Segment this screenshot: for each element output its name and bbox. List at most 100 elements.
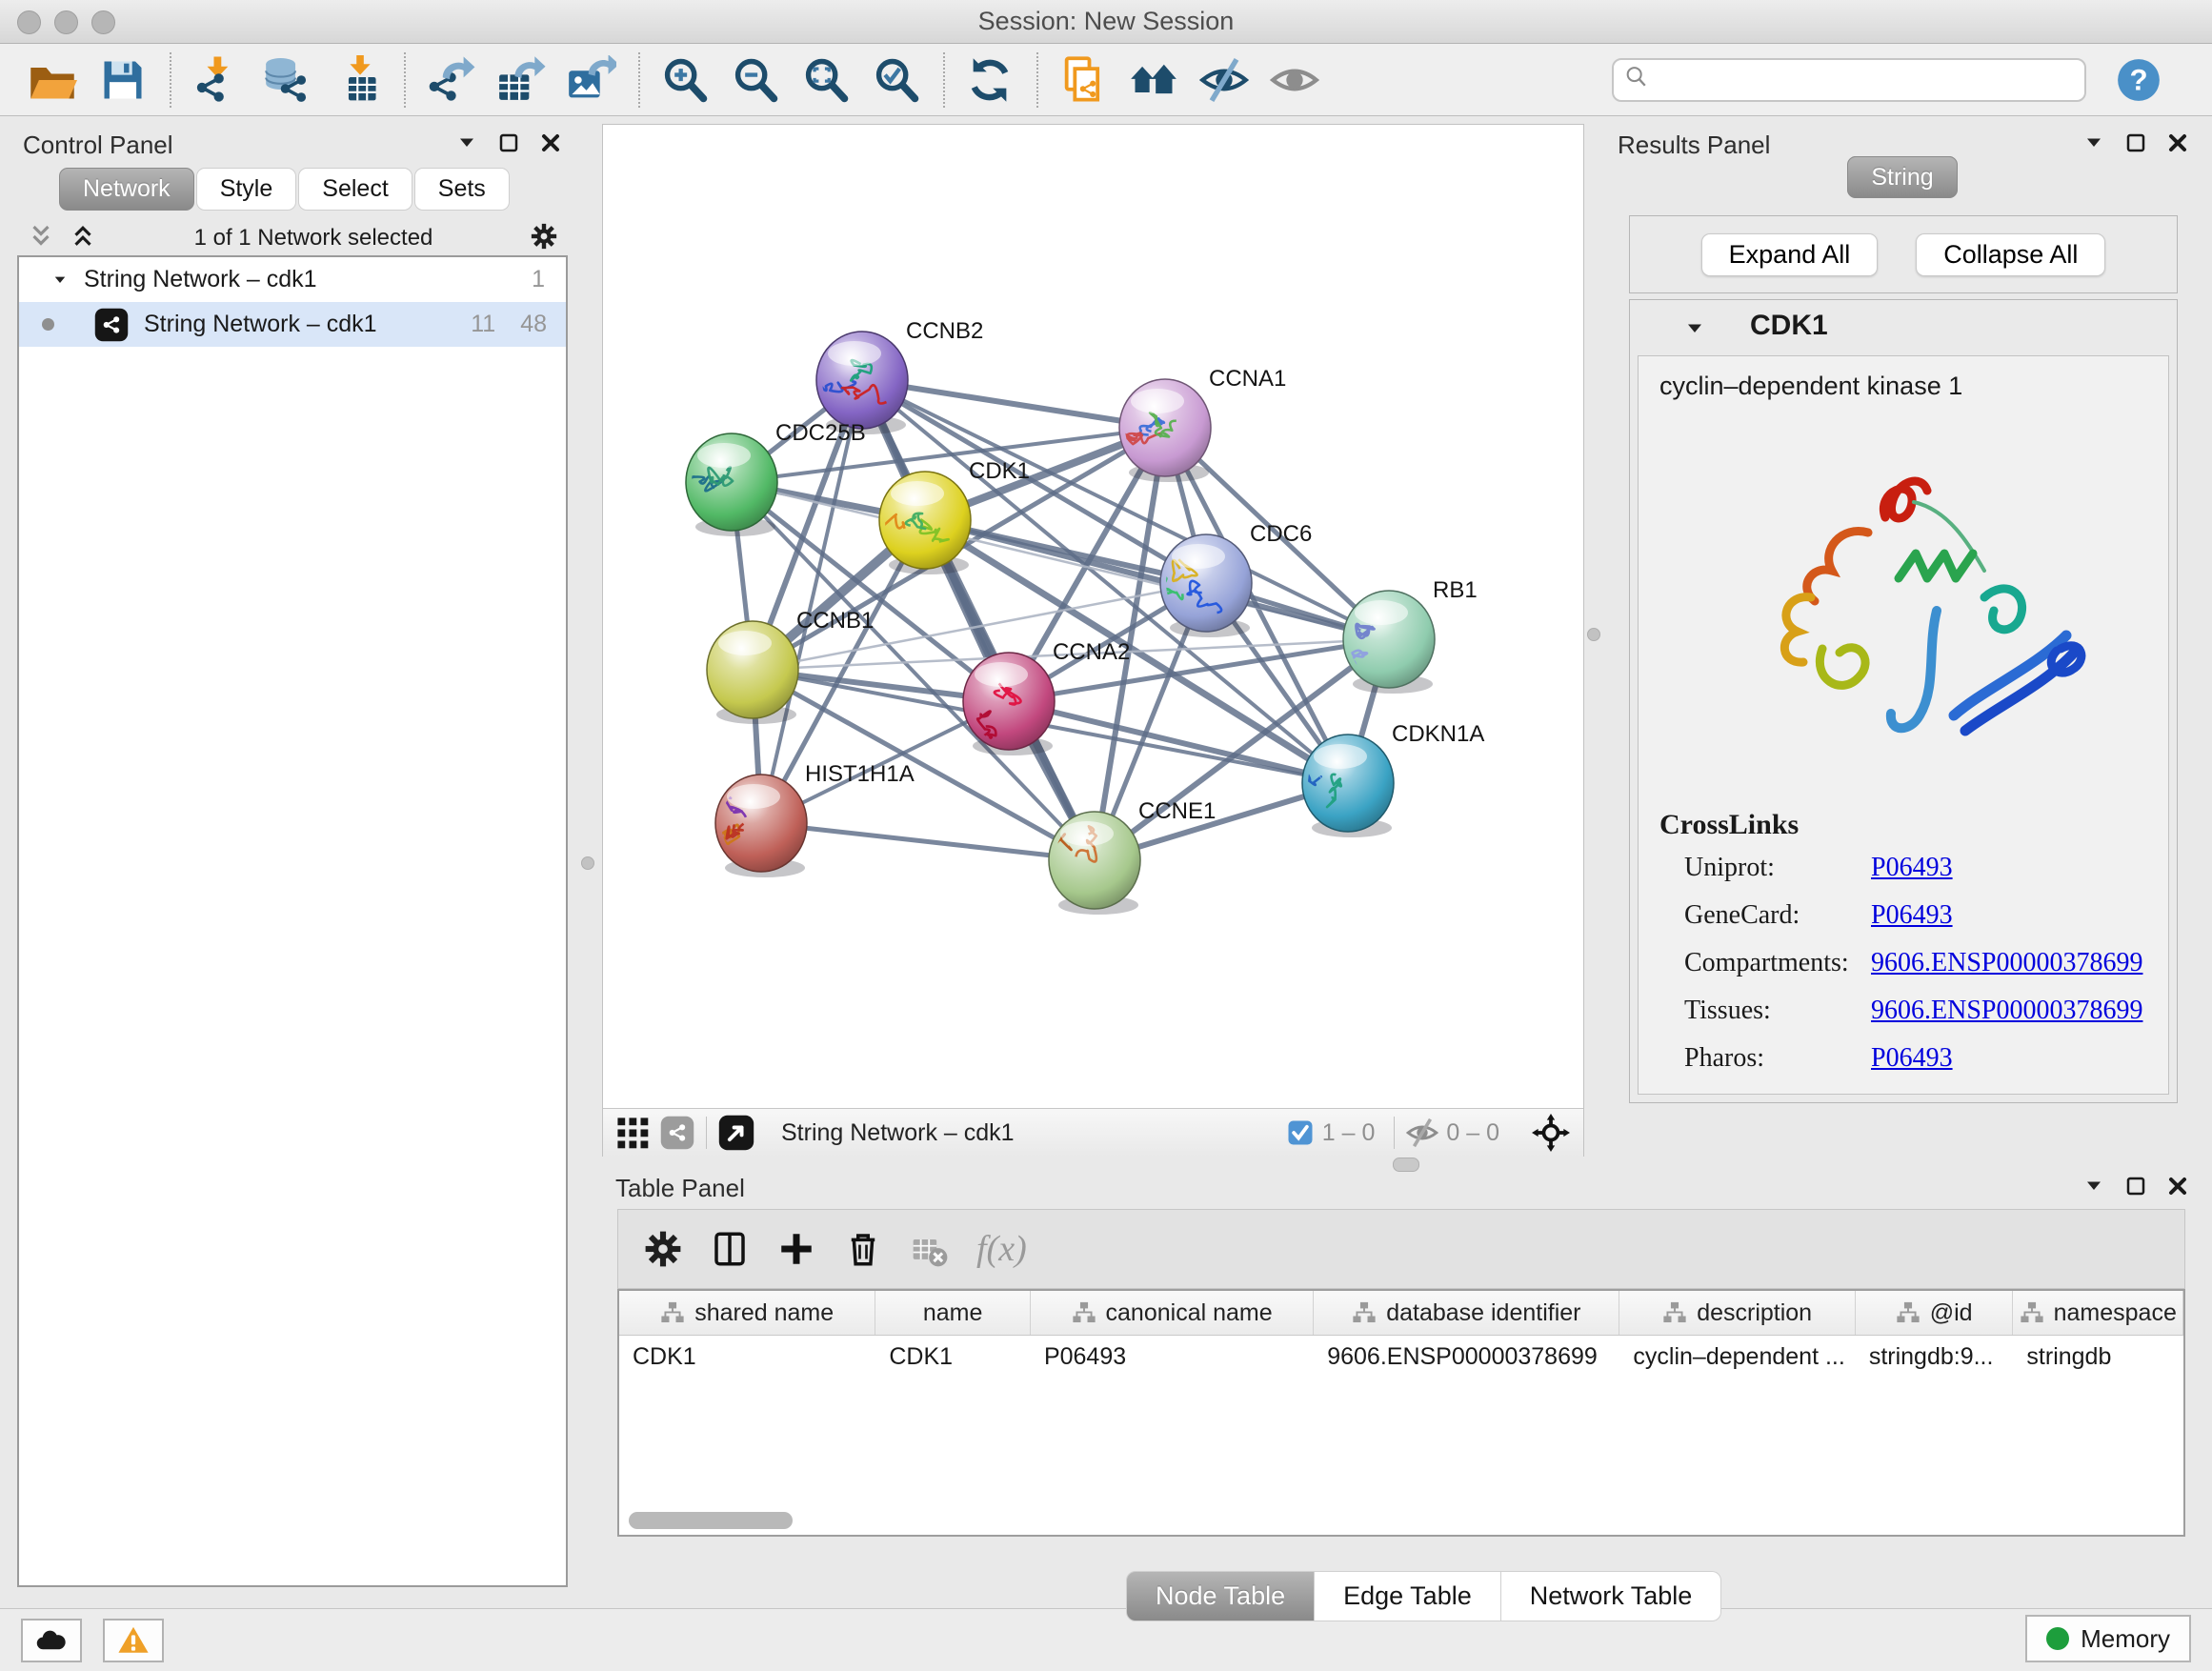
network-share-icon[interactable] xyxy=(660,1116,694,1150)
crosslink-link[interactable]: P06493 xyxy=(1871,1043,1953,1074)
network-options-gear-icon[interactable] xyxy=(530,222,558,255)
left-splitter-grip[interactable] xyxy=(581,856,594,870)
network-row-selected[interactable]: String Network – cdk1 11 48 xyxy=(19,302,566,347)
column-header-description[interactable]: description xyxy=(1619,1291,1855,1335)
column-header-name[interactable]: name xyxy=(875,1291,1031,1335)
column-header-canonical-name[interactable]: canonical name xyxy=(1031,1291,1314,1335)
network-status-dot xyxy=(42,318,54,331)
node-CDK1[interactable]: CDK1 xyxy=(866,458,1030,574)
help-button[interactable]: ? xyxy=(2115,56,2162,104)
tab-sets[interactable]: Sets xyxy=(414,168,510,211)
hidden-eye-slash-icon[interactable] xyxy=(1406,1117,1438,1149)
collapse-entry-caret-icon[interactable] xyxy=(1683,317,1706,340)
collapse-all-button[interactable]: Collapse All xyxy=(1916,233,2105,276)
memory-button[interactable]: Memory xyxy=(2025,1615,2191,1662)
warnings-button[interactable] xyxy=(103,1619,164,1662)
crosslink-link[interactable]: 9606.ENSP00000378699 xyxy=(1871,948,2142,978)
table-cell[interactable]: stringdb:9... xyxy=(1856,1336,2014,1378)
import-network-from-file-button[interactable] xyxy=(187,50,246,110)
delete-column-trash-icon[interactable] xyxy=(843,1229,883,1269)
add-column-icon[interactable] xyxy=(776,1229,816,1269)
table-cell[interactable]: cyclin–dependent ... xyxy=(1619,1336,1855,1378)
table-settings-gear-icon[interactable] xyxy=(643,1229,683,1269)
tab-select[interactable]: Select xyxy=(298,168,412,211)
node-RB1[interactable]: RB1 xyxy=(1343,577,1478,694)
panel-close-icon[interactable] xyxy=(2166,1175,2189,1202)
network-graph[interactable]: CCNB2CCNA1CDC25BCDK1CDC6RB1CCNB1CCNA2CDK… xyxy=(603,125,1583,1106)
node-label-RB1: RB1 xyxy=(1433,577,1478,603)
column-header-shared-name[interactable]: shared name xyxy=(619,1291,875,1335)
search-input[interactable] xyxy=(1658,66,2084,94)
tab-edge-table[interactable]: Edge Table xyxy=(1315,1571,1501,1621)
search-icon xyxy=(1623,64,1650,95)
save-session-button[interactable] xyxy=(93,50,152,110)
table-hscrollbar xyxy=(629,1512,2174,1529)
tab-network[interactable]: Network xyxy=(59,168,194,211)
copy-network-button[interactable] xyxy=(1054,50,1113,110)
panel-close-icon[interactable] xyxy=(2166,131,2189,159)
tab-node-table[interactable]: Node Table xyxy=(1126,1571,1315,1621)
tab-network-table[interactable]: Network Table xyxy=(1501,1571,1722,1621)
table-cell[interactable]: 9606.ENSP00000378699 xyxy=(1314,1336,1619,1378)
edge-HIST1H1A-CCNE1[interactable] xyxy=(761,823,1095,860)
collection-caret-icon[interactable] xyxy=(51,272,69,289)
panel-float-icon[interactable] xyxy=(497,131,520,159)
table-cell[interactable]: stringdb xyxy=(2013,1336,2183,1378)
grid-view-icon[interactable] xyxy=(616,1117,649,1149)
zoom-in-icon xyxy=(660,55,710,105)
hide-selected-button[interactable] xyxy=(1195,50,1254,110)
column-header-database-identifier[interactable]: database identifier xyxy=(1314,1291,1619,1335)
tab-style[interactable]: Style xyxy=(196,168,297,211)
export-table-button[interactable] xyxy=(492,50,551,110)
node-CDC6[interactable]: CDC6 xyxy=(1143,521,1312,637)
panel-float-icon[interactable] xyxy=(2124,1175,2147,1202)
edge-CDK1-RB1[interactable] xyxy=(925,520,1389,639)
table-cell[interactable]: CDK1 xyxy=(875,1336,1031,1378)
cloud-button[interactable] xyxy=(21,1619,82,1662)
node-label-CCNB1: CCNB1 xyxy=(796,608,874,634)
crosslink-label: Compartments: xyxy=(1684,948,1871,978)
zoom-selected-button[interactable] xyxy=(867,50,926,110)
apply-preferred-layout-button[interactable] xyxy=(960,50,1019,110)
panel-float-icon[interactable] xyxy=(2124,131,2147,159)
panel-menu-caret-icon[interactable] xyxy=(2082,1175,2105,1202)
collection-label: String Network – cdk1 xyxy=(84,266,317,293)
show-columns-icon[interactable] xyxy=(710,1229,750,1269)
crosslink-link[interactable]: 9606.ENSP00000378699 xyxy=(1871,996,2142,1026)
network-collection-row[interactable]: String Network – cdk1 1 xyxy=(19,257,566,302)
toolbar-separator xyxy=(404,52,406,108)
table-cell[interactable]: P06493 xyxy=(1031,1336,1314,1378)
table-hscrollbar-thumb[interactable] xyxy=(629,1512,793,1529)
network-canvas[interactable]: CCNB2CCNA1CDC25BCDK1CDC6RB1CCNB1CCNA2CDK… xyxy=(603,125,1583,1108)
panel-menu-caret-icon[interactable] xyxy=(455,131,478,159)
import-table-from-file-button[interactable] xyxy=(328,50,387,110)
show-hidden-button[interactable] xyxy=(1265,50,1324,110)
expand-all-networks-icon[interactable] xyxy=(27,222,55,255)
node-HIST1H1A[interactable]: HIST1H1A xyxy=(713,761,915,877)
zoom-out-button[interactable] xyxy=(726,50,785,110)
panel-close-icon[interactable] xyxy=(539,131,562,159)
export-image-button[interactable] xyxy=(562,50,621,110)
panel-menu-caret-icon[interactable] xyxy=(2082,131,2105,159)
birds-eye-crosshair-icon[interactable] xyxy=(1532,1114,1570,1152)
string-home-button[interactable] xyxy=(1124,50,1183,110)
export-network-button[interactable] xyxy=(421,50,480,110)
collapse-all-networks-icon[interactable] xyxy=(69,222,97,255)
import-network-from-database-button[interactable] xyxy=(257,50,316,110)
navigator-icon[interactable] xyxy=(718,1115,754,1151)
table-cell[interactable]: CDK1 xyxy=(619,1336,875,1378)
crosslink-link[interactable]: P06493 xyxy=(1871,900,1953,931)
zoom-fit-button[interactable] xyxy=(796,50,855,110)
column-header--id[interactable]: @id xyxy=(1856,1291,2014,1335)
right-splitter-grip[interactable] xyxy=(1587,628,1600,641)
tab-string[interactable]: String xyxy=(1847,156,1957,198)
crosslink-link[interactable]: P06493 xyxy=(1871,853,1953,883)
column-header-namespace[interactable]: namespace xyxy=(2013,1291,2183,1335)
selected-checkbox-icon[interactable] xyxy=(1286,1118,1315,1147)
node-CCNB2[interactable]: CCNB2 xyxy=(803,318,983,434)
expand-all-button[interactable]: Expand All xyxy=(1701,233,1879,276)
zoom-in-button[interactable] xyxy=(655,50,714,110)
table-row[interactable]: CDK1CDK1P064939606.ENSP00000378699cyclin… xyxy=(619,1336,2183,1378)
open-session-button[interactable] xyxy=(23,50,82,110)
search-field[interactable] xyxy=(1612,58,2086,102)
